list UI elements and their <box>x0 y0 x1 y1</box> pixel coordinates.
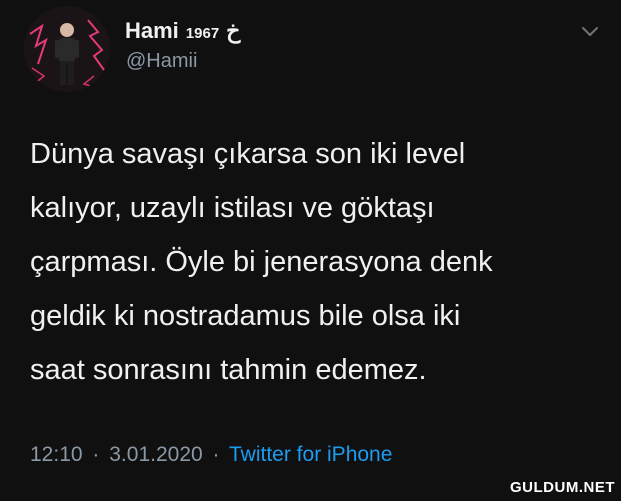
tweet-time[interactable]: 12:10 <box>30 443 83 466</box>
tweet-text-line: geldik ki nostradamus bile olsa iki <box>30 300 461 332</box>
tweet-card: Hami 1967 خ @Hamii Dünya savaşı çıkarsa … <box>0 0 621 501</box>
display-name-glyph: خ <box>226 18 241 43</box>
display-name[interactable]: Hami <box>125 18 179 44</box>
tweet-text-line: kalıyor, uzaylı istilası ve göktaşı <box>30 192 435 224</box>
tweet-source-link[interactable]: Twitter for iPhone <box>229 443 392 466</box>
user-handle[interactable]: @Hamii <box>126 50 197 73</box>
tweet-text-line: saat sonrasını tahmin edemez. <box>30 354 427 386</box>
tweet-metadata: 12:10 · 3.01.2020 · Twitter for iPhone <box>30 443 392 467</box>
meta-separator: · <box>212 443 220 466</box>
tweet-text-line: çarpması. Öyle bi jenerasyona denk <box>30 246 493 278</box>
avatar[interactable] <box>24 6 110 92</box>
meta-separator: · <box>92 443 100 466</box>
display-name-year: 1967 <box>185 25 220 42</box>
site-watermark: GULDUM.NET <box>510 479 615 496</box>
tweet-text-line: Dünya savaşı çıkarsa son iki level <box>30 138 466 170</box>
author-name-row[interactable]: Hami 1967 خ <box>125 18 240 44</box>
chevron-down-icon[interactable] <box>581 26 599 38</box>
tweet-text: Dünya savaşı çıkarsa son iki level kalıy… <box>30 127 600 397</box>
tweet-date[interactable]: 3.01.2020 <box>109 443 202 466</box>
